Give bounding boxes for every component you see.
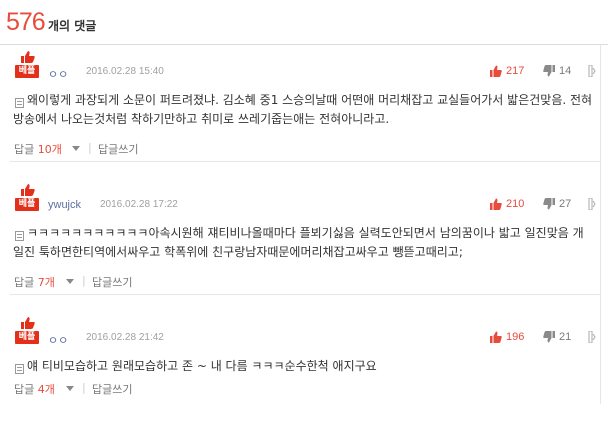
comment-text: 얘 티비모습하고 원래모습하고 존 ~ 내 다름 ㅋㅋㅋ순수한척 애지구요 [27,359,377,373]
best-label: 베플 [15,198,39,211]
write-reply-button[interactable]: 답글쓰기 [92,381,132,397]
best-comment-badge: 베플 [15,184,39,216]
comments-header: 576 개의 댓글 [0,0,608,45]
chevron-down-icon[interactable] [66,279,74,284]
best-label: 베플 [15,65,39,78]
comment-author[interactable]: ㅇㅇ [48,66,68,82]
scrollbar-edge[interactable] [600,45,601,404]
like-icon [490,65,502,77]
comment-item: 베플 ywujck 2016.02.28 17:22 210 27 ㅋㅋㅋㅋㅋㅋ… [10,178,600,295]
dislike-count: 27 [559,198,572,210]
comment-count-label: 개의 댓글 [48,19,97,33]
thumbs-up-icon [21,317,35,329]
like-count: 196 [506,331,525,343]
reply-count: 10개 [37,143,62,156]
reply-toggle[interactable]: 답글 7개 [14,274,55,290]
comment-text: ㅋㅋㅋㅋㅋㅋㅋㅋㅋㅋㅋ아속시원해 쟤티비나올때마다 플뵈기싫음 실력도안되면서 … [13,226,584,259]
chevron-down-icon[interactable] [66,386,74,391]
comment-count: 576 [6,8,46,36]
dislike-icon [543,65,555,77]
write-reply-button[interactable]: 답글쓰기 [98,141,138,157]
more-icon[interactable] [588,198,596,210]
comment-item: 베플 ㅇㅇ 2016.02.28 21:42 196 21 얘 티비모습하고 원… [10,311,600,427]
thumbs-up-icon [21,184,35,196]
divider: | [82,381,86,394]
like-count: 217 [506,65,525,77]
comment-author[interactable]: ywujck [48,199,81,211]
comment-text: 왜이렇게 과장되게 소문이 퍼트려졌냐. 김소혜 중1 스승의날때 어떤애 머리… [13,93,593,126]
divider: | [88,141,92,154]
chevron-down-icon[interactable] [72,146,80,151]
dislike-count: 21 [559,331,572,343]
comment-item: 베플 ㅇㅇ 2016.02.28 15:40 217 14 왜이렇게 과장되게 … [10,45,600,162]
reply-toggle[interactable]: 답글 10개 [14,141,62,157]
dislike-icon [543,331,555,343]
dislike-icon [543,198,555,210]
reply-count: 4개 [37,383,55,396]
comment-date: 2016.02.28 21:42 [86,332,164,343]
best-comment-badge: 베플 [15,317,39,349]
best-comment-badge: 베플 [15,51,39,83]
reply-toggle[interactable]: 답글 4개 [14,381,55,397]
thumbs-up-icon [21,51,35,63]
reply-count: 7개 [37,276,55,289]
best-label: 베플 [15,331,39,344]
like-count: 210 [506,198,525,210]
more-icon[interactable] [588,331,596,343]
write-reply-button[interactable]: 답글쓰기 [92,274,132,290]
comment-date: 2016.02.28 15:40 [86,66,164,77]
like-icon [490,198,502,210]
like-icon [490,331,502,343]
comment-author[interactable]: ㅇㅇ [48,332,68,348]
divider: | [82,274,86,287]
dislike-count: 14 [559,65,572,77]
more-icon[interactable] [588,65,596,77]
comment-date: 2016.02.28 17:22 [100,199,178,210]
